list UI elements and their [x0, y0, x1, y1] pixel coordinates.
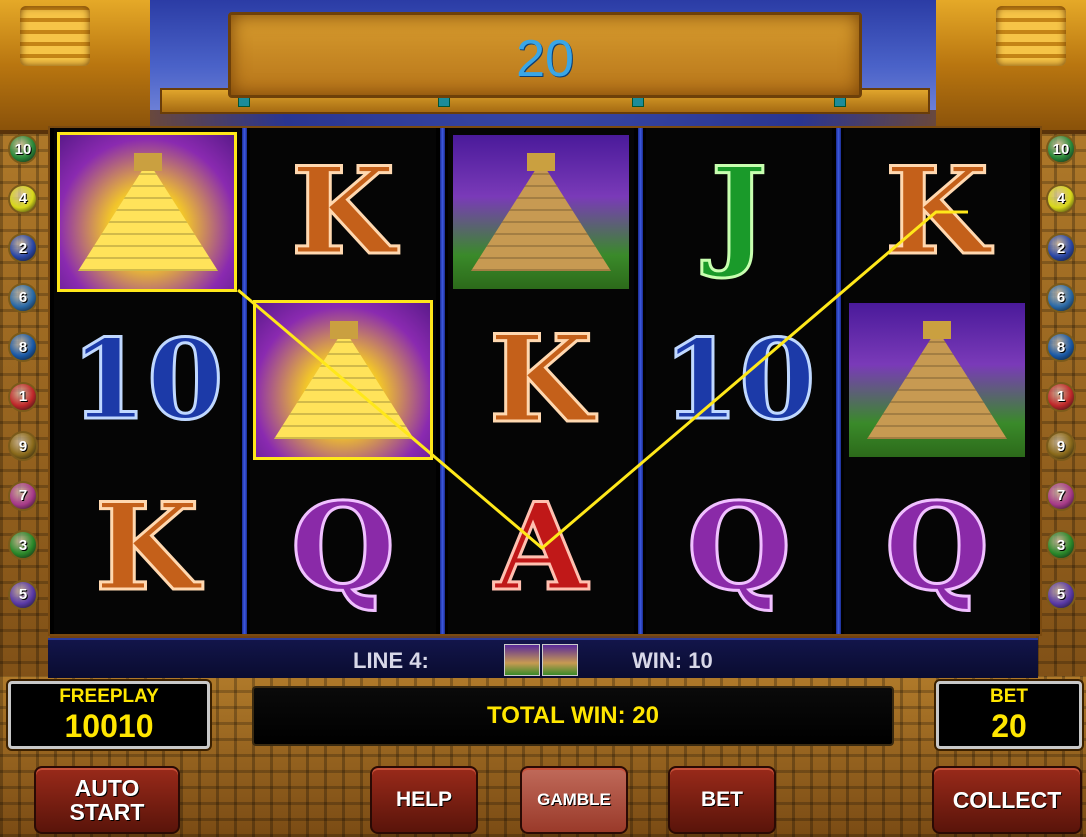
symbol-a: A — [493, 477, 589, 618]
symbol-k: K — [289, 141, 396, 282]
reel-5: K Q — [844, 128, 1030, 634]
line-win-label: WIN: 10 — [632, 648, 713, 673]
payline-number-9-right: 9 — [1046, 431, 1076, 461]
win-display: 20 — [228, 12, 862, 98]
payline-number-2-right: 2 — [1046, 233, 1076, 263]
reel-separator — [638, 128, 643, 634]
symbol-ten: 10 — [69, 315, 225, 444]
symbol-q: Q — [289, 477, 397, 618]
reel-2: K Q — [250, 128, 436, 634]
symbol-q: Q — [685, 477, 793, 618]
symbol-k: K — [487, 309, 594, 450]
help-button[interactable]: HELP — [370, 766, 478, 834]
payline-number-3-left: 3 — [8, 530, 38, 560]
line-label: LINE 4: — [353, 648, 429, 673]
payline-number-10-right: 10 — [1046, 134, 1076, 164]
auto-start-button[interactable]: AUTO START — [34, 766, 180, 834]
payline-number-7-left: 7 — [8, 480, 38, 511]
reel-separator — [836, 128, 841, 634]
symbol-pyramid — [451, 132, 631, 292]
reel-separator — [440, 128, 445, 634]
freeplay-label: FREEPLAY — [59, 686, 159, 707]
reel-1: 10 K — [54, 128, 240, 634]
payline-number-7-right: 7 — [1046, 480, 1076, 511]
payline-number-8-left: 8 — [8, 332, 38, 362]
symbol-q: Q — [883, 477, 991, 618]
payline-number-10-left: 10 — [8, 134, 38, 164]
payline-number-4-right: 4 — [1046, 183, 1076, 214]
symbol-pyramid-gold — [57, 132, 237, 292]
payline-number-4-left: 4 — [8, 183, 38, 214]
mini-pyramid-icon — [504, 644, 540, 676]
right-totem-pillar — [936, 0, 1086, 134]
payline-number-9-left: 9 — [8, 431, 38, 461]
payline-number-5-right: 5 — [1046, 579, 1076, 610]
reel-separator — [242, 128, 247, 634]
symbol-ten: 10 — [661, 315, 817, 444]
bet-button[interactable]: BET — [668, 766, 776, 834]
collect-button[interactable]: COLLECT — [932, 766, 1082, 834]
symbol-j: J — [709, 141, 769, 282]
payline-number-6-left: 6 — [8, 282, 38, 313]
freeplay-value: 10010 — [64, 708, 154, 744]
payline-number-2-left: 2 — [8, 233, 38, 263]
slot-machine: 20 10 K K Q K A J 10 Q K Q 10 4 2 6 8 1 … — [0, 0, 1086, 837]
reel-4: J 10 Q — [646, 128, 832, 634]
win-display-value: 20 — [516, 30, 574, 88]
bet-value: 20 — [991, 708, 1027, 744]
payline-number-5-left: 5 — [8, 579, 38, 610]
symbol-pyramid-gold — [253, 300, 433, 460]
payline-number-1-left: 1 — [8, 381, 38, 412]
total-win-label: TOTAL WIN: 20 — [486, 702, 659, 729]
symbol-k: K — [93, 477, 200, 618]
payline-number-3-right: 3 — [1046, 530, 1076, 560]
reels-area: 10 K K Q K A J 10 Q K Q — [48, 126, 1042, 636]
left-totem-pillar — [0, 0, 150, 134]
payline-number-8-right: 8 — [1046, 332, 1076, 362]
gamble-button[interactable]: GAMBLE — [520, 766, 628, 834]
bet-label: BET — [990, 686, 1028, 707]
total-win-panel: TOTAL WIN: 20 — [252, 686, 894, 746]
payline-number-6-right: 6 — [1046, 282, 1076, 313]
payline-number-1-right: 1 — [1046, 381, 1076, 412]
symbol-k: K — [883, 141, 990, 282]
win-line-info-bar: LINE 4: WIN: 10 — [48, 638, 1038, 678]
mini-pyramid-icon — [542, 644, 578, 676]
reel-3: K A — [448, 128, 634, 634]
symbol-pyramid — [847, 300, 1027, 460]
freeplay-panel: FREEPLAY 10010 — [8, 681, 210, 749]
bet-panel: BET 20 — [936, 681, 1082, 749]
